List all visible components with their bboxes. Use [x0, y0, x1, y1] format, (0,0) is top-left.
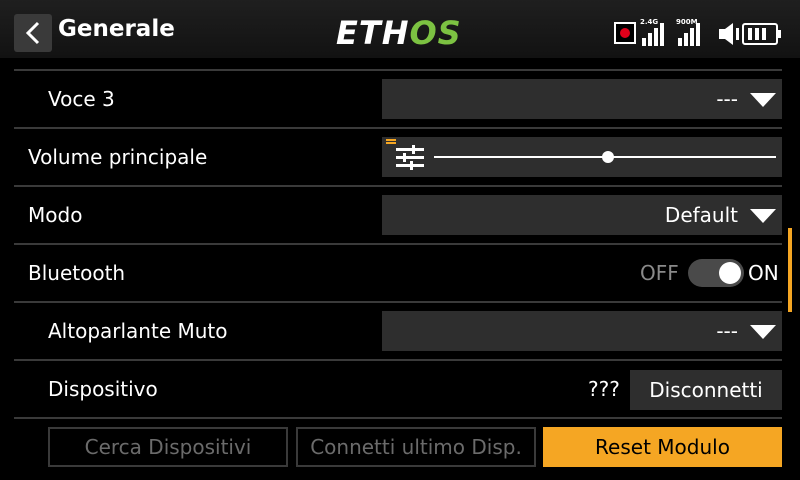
toggle-off-label: OFF — [640, 261, 679, 285]
divider — [14, 127, 782, 129]
mute-label: Altoparlante Muto — [48, 319, 228, 343]
bluetooth-label: Bluetooth — [28, 261, 126, 285]
mixer-sliders-icon — [396, 145, 424, 170]
divider — [14, 301, 782, 303]
volume-label: Volume principale — [28, 145, 208, 169]
modo-label: Modo — [28, 203, 83, 227]
chevron-left-icon — [25, 21, 40, 45]
toggle-on-label: ON — [748, 261, 779, 285]
chevron-down-icon — [750, 93, 776, 107]
slider-handle[interactable] — [602, 151, 615, 163]
connect-last-device-button[interactable]: Connetti ultimo Disp. — [296, 427, 536, 467]
volume-slider[interactable] — [382, 137, 782, 177]
reset-module-button[interactable]: Reset Modulo — [543, 427, 782, 467]
divider — [14, 185, 782, 187]
bluetooth-toggle[interactable] — [688, 259, 744, 287]
battery-icon — [742, 23, 781, 45]
back-button[interactable] — [14, 14, 52, 52]
page-title: Generale — [58, 16, 175, 42]
signal-2-4g-icon: 2.4G — [640, 18, 668, 46]
voce3-label: Voce 3 — [48, 87, 115, 111]
device-label: Dispositivo — [48, 377, 158, 401]
device-value: ??? — [588, 377, 620, 401]
modo-value: Default — [664, 203, 738, 227]
divider — [14, 243, 782, 245]
divider — [14, 417, 782, 419]
search-devices-button[interactable]: Cerca Dispositivi — [48, 427, 288, 467]
mute-value: --- — [716, 319, 738, 343]
modo-dropdown[interactable]: Default — [382, 195, 782, 235]
speaker-icon — [719, 23, 739, 45]
record-icon — [614, 22, 636, 44]
toggle-knob — [719, 262, 741, 284]
chevron-down-icon — [750, 325, 776, 339]
voce3-value: --- — [716, 87, 738, 111]
ethos-logo: ETHOS — [336, 14, 462, 52]
top-bar: Generale ETHOS 2.4G 900M — [0, 0, 800, 58]
voce3-dropdown[interactable]: --- — [382, 79, 782, 119]
divider — [14, 359, 782, 361]
mute-dropdown[interactable]: --- — [382, 311, 782, 351]
scrollbar[interactable] — [788, 228, 792, 312]
signal-900m-icon: 900M — [676, 18, 704, 46]
chevron-down-icon — [750, 209, 776, 223]
menu-flag-icon — [386, 139, 396, 144]
disconnect-button[interactable]: Disconnetti — [630, 370, 782, 410]
divider — [14, 69, 782, 71]
